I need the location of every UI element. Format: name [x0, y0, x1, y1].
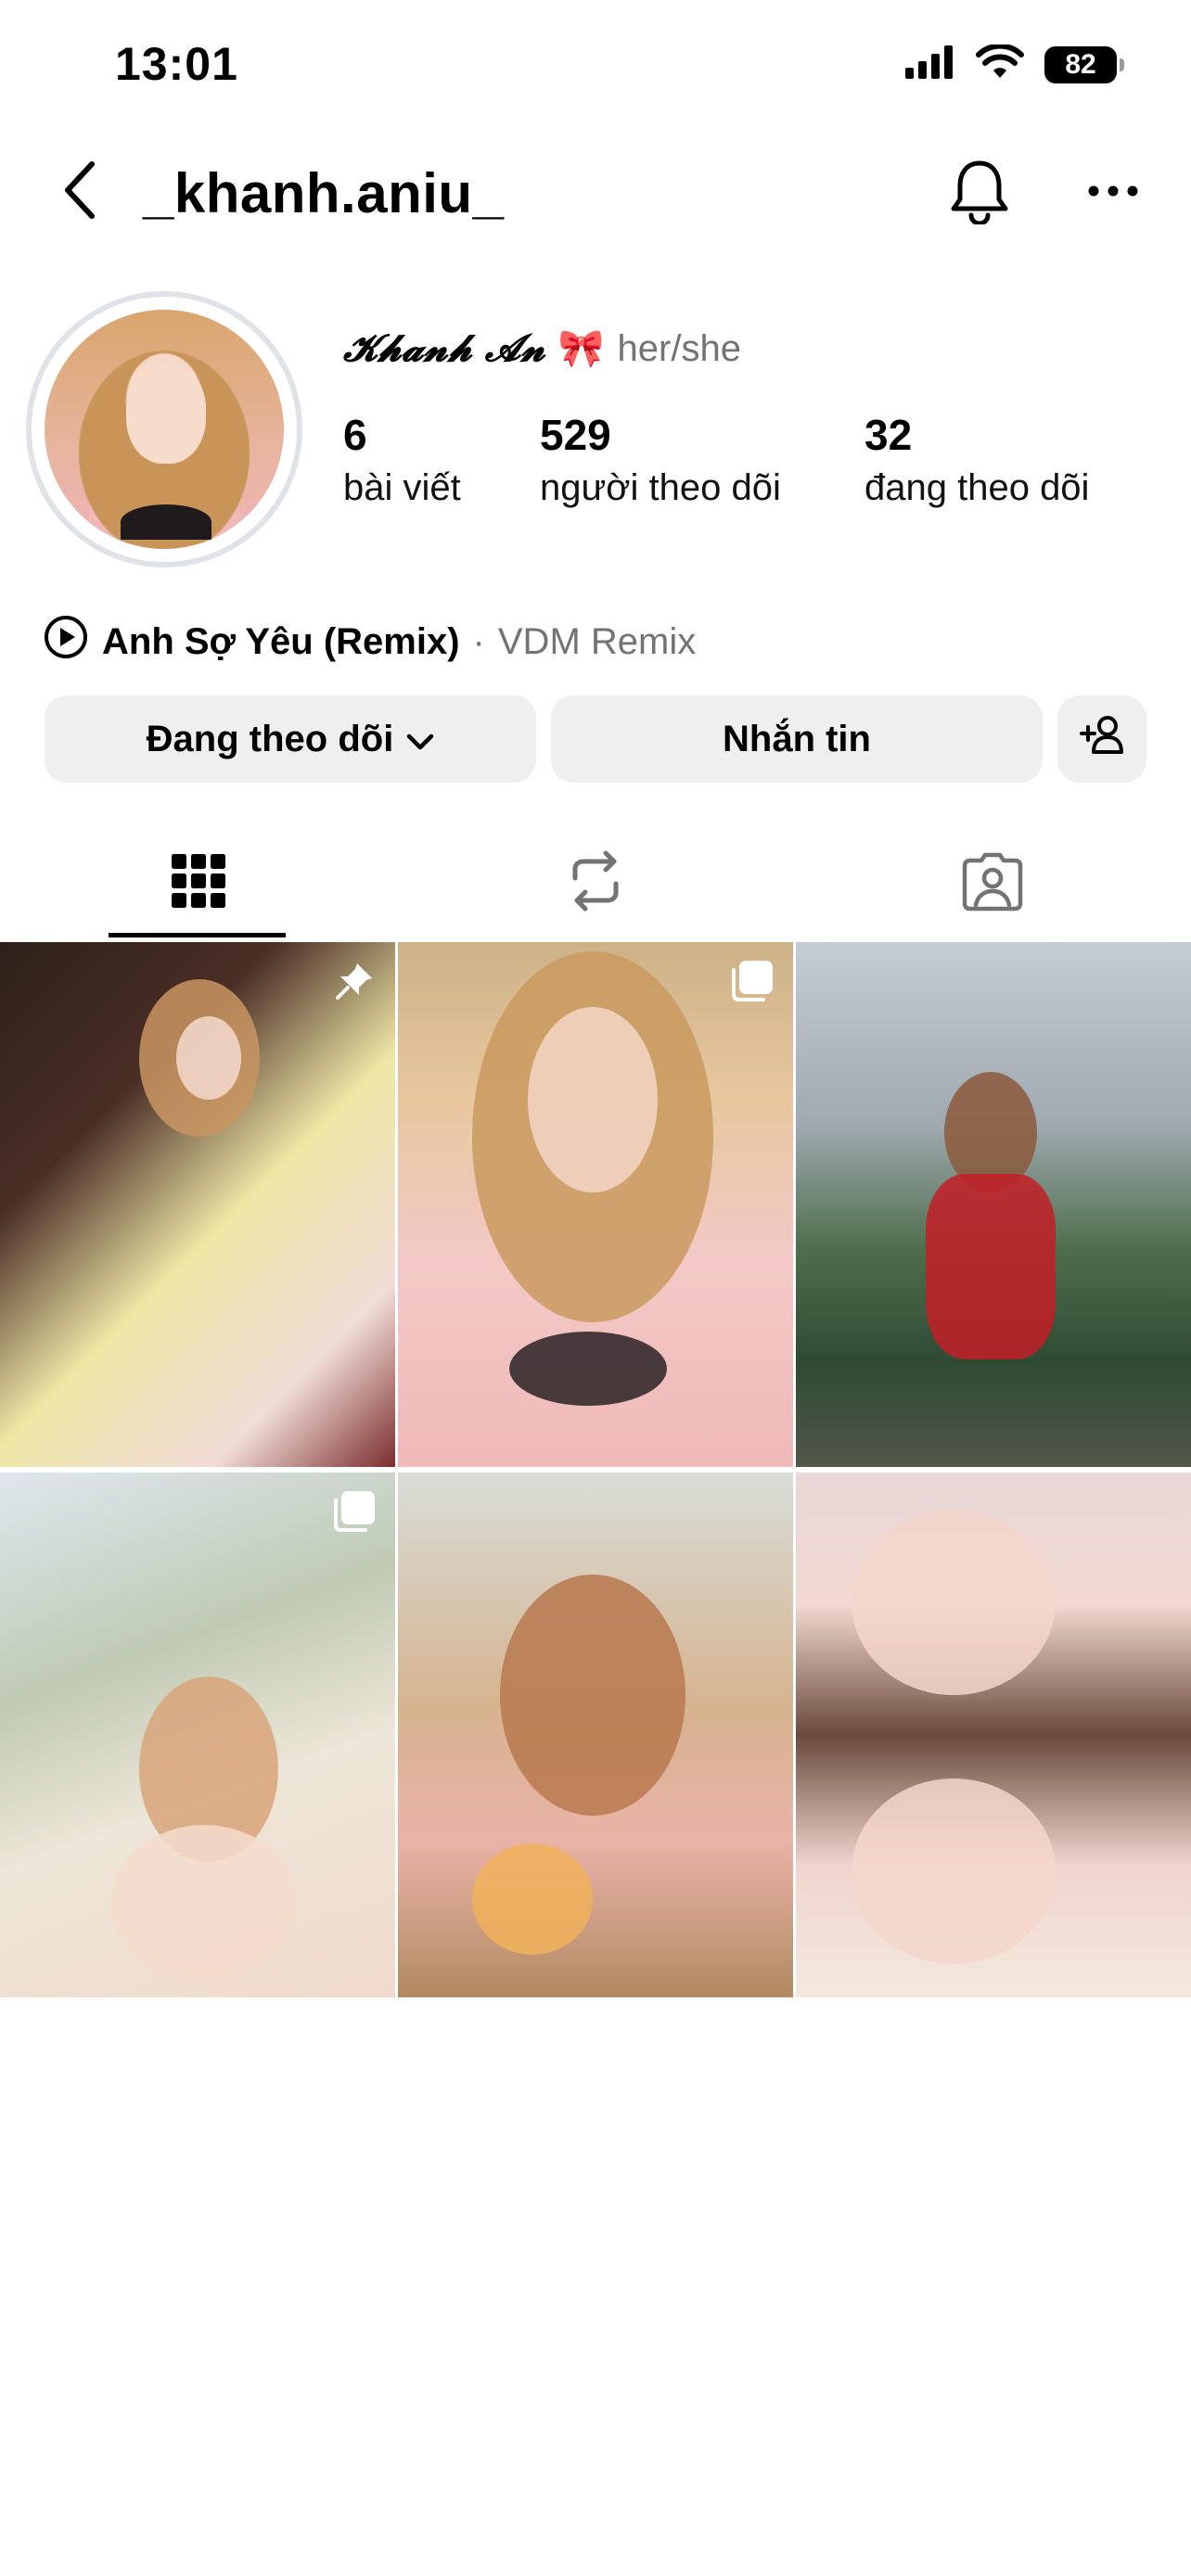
post-photo-detail: [111, 1825, 297, 1983]
stat-following-count: 32: [864, 411, 913, 459]
stat-posts-label: bài viết: [343, 467, 461, 508]
more-dots-icon: [1087, 185, 1139, 202]
post-tile[interactable]: [398, 1473, 793, 1997]
bell-icon: [949, 158, 1010, 229]
carousel-badge: [330, 1489, 378, 1537]
post-tile[interactable]: [398, 942, 793, 1467]
post-photo-detail: [472, 1843, 593, 1955]
pin-icon: [333, 960, 376, 1007]
pronouns: her/she: [617, 328, 741, 369]
status-bar: 13:01 82: [0, 0, 1191, 139]
active-tab-indicator: [109, 933, 286, 937]
avatar-face: [126, 363, 206, 464]
tagged-person-icon: [961, 849, 1024, 917]
display-name-row: 𝓚𝓱𝓪𝓷𝓱 𝓐𝓷 🎀 her/she: [343, 326, 741, 370]
carousel-icon: [332, 1489, 377, 1538]
add-person-icon: [1078, 713, 1126, 765]
following-button-label: Đang theo dõi: [146, 718, 394, 759]
profile-header: _khanh.aniu_: [0, 139, 1191, 250]
ribbon-emoji: 🎀: [557, 328, 605, 369]
profile-username: _khanh.aniu_: [143, 162, 505, 224]
music-artist: VDM Remix: [497, 620, 697, 662]
stat-followers[interactable]: 529 người theo dõi: [540, 410, 781, 509]
post-photo-detail: [852, 1510, 1056, 1695]
repost-icon: [568, 850, 623, 916]
carousel-badge: [728, 959, 776, 1007]
stat-posts-count: 6: [343, 411, 367, 459]
post-tile[interactable]: [796, 942, 1191, 1467]
play-circle-icon: [43, 614, 89, 670]
battery-indicator: 82: [1044, 45, 1124, 83]
profile-tabs: [0, 827, 1191, 938]
tab-reposts[interactable]: [397, 827, 794, 938]
tab-tagged[interactable]: [794, 827, 1191, 938]
post-tile[interactable]: [0, 942, 395, 1467]
music-song-title: Anh Sợ Yêu (Remix): [102, 620, 460, 662]
stat-following[interactable]: 32 đang theo dõi: [864, 410, 1089, 509]
music-separator: ·: [472, 620, 485, 662]
following-button[interactable]: Đang theo dõi: [45, 695, 536, 783]
status-time: 13:01: [115, 38, 238, 90]
stat-following-label: đang theo dõi: [864, 467, 1090, 508]
pinned-badge: [330, 959, 378, 1007]
suggest-people-button[interactable]: [1057, 695, 1146, 783]
status-indicators: 82: [905, 43, 1124, 84]
back-button[interactable]: [48, 159, 113, 224]
more-options-button[interactable]: [1076, 156, 1150, 230]
avatar[interactable]: [45, 310, 284, 549]
post-photo-detail: [852, 1779, 1056, 1964]
wifi-icon: [976, 43, 1024, 84]
grid-icon: [172, 853, 225, 912]
stat-posts[interactable]: 6 bài viết: [343, 410, 461, 509]
avatar-detail: [121, 504, 211, 540]
post-photo-detail: [509, 1332, 667, 1406]
notifications-button[interactable]: [944, 156, 1015, 230]
carousel-icon: [730, 959, 775, 1008]
display-name: 𝓚𝓱𝓪𝓷𝓱 𝓐𝓷: [343, 326, 545, 370]
post-photo-detail: [176, 1016, 241, 1100]
post-photo-detail: [500, 1575, 685, 1816]
post-tile[interactable]: [0, 1473, 395, 1997]
chevron-down-icon: [406, 719, 434, 760]
stat-followers-count: 529: [540, 411, 611, 459]
stat-followers-label: người theo dõi: [540, 467, 781, 508]
post-tile[interactable]: [796, 1473, 1191, 1997]
message-button[interactable]: Nhắn tin: [551, 695, 1043, 783]
signal-icon: [905, 45, 955, 83]
posts-grid: [0, 942, 1191, 1999]
tab-posts[interactable]: [0, 827, 397, 938]
profile-music[interactable]: Anh Sợ Yêu (Remix) · VDM Remix: [43, 614, 696, 670]
post-photo-detail: [926, 1174, 1056, 1359]
message-button-label: Nhắn tin: [723, 718, 871, 759]
post-photo-detail: [528, 1007, 658, 1192]
chevron-left-icon: [62, 160, 99, 224]
